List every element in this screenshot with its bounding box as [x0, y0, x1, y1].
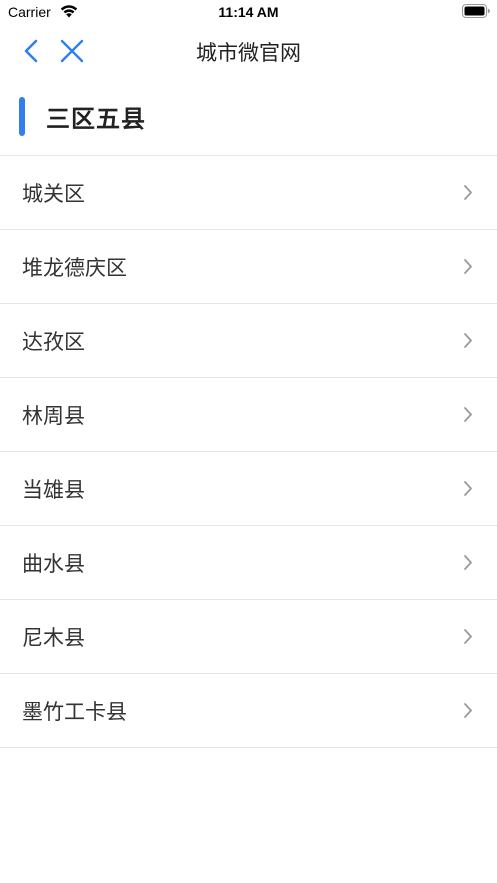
- list-item-nimu[interactable]: 尼木县: [0, 600, 497, 674]
- section-accent-bar: [19, 97, 25, 136]
- section-header: 三区五县: [0, 92, 497, 140]
- status-bar: Carrier 11:14 AM: [0, 0, 497, 26]
- chevron-right-icon: [464, 703, 472, 718]
- chevron-right-icon: [464, 481, 472, 496]
- chevron-right-icon: [464, 629, 472, 644]
- chevron-right-icon: [464, 259, 472, 274]
- list-item-label: 尼木县: [22, 626, 85, 650]
- battery-icon: [462, 4, 490, 18]
- list-item-label: 达孜区: [22, 330, 85, 354]
- status-time: 11:14 AM: [218, 4, 279, 20]
- list-item-chengguan[interactable]: 城关区: [0, 156, 497, 230]
- screen: Carrier 11:14 AM 城市微官网 三区五县 城关区 堆龙德庆区 达孜…: [0, 0, 497, 883]
- list-item-mozhugongka[interactable]: 墨竹工卡县: [0, 674, 497, 748]
- list-item-dazi[interactable]: 达孜区: [0, 304, 497, 378]
- list-item-label: 曲水县: [22, 552, 85, 576]
- list-item-dangxiong[interactable]: 当雄县: [0, 452, 497, 526]
- list-item-label: 城关区: [22, 182, 85, 206]
- list-item-label: 堆龙德庆区: [22, 256, 127, 280]
- list-item-label: 墨竹工卡县: [22, 700, 127, 724]
- district-list: 城关区 堆龙德庆区 达孜区 林周县 当雄县 曲水县 尼木县 墨竹工卡县: [0, 155, 497, 748]
- list-item-label: 林周县: [22, 404, 85, 428]
- section-title: 三区五县: [46, 105, 146, 133]
- list-item-duilongdeqing[interactable]: 堆龙德庆区: [0, 230, 497, 304]
- nav-bar: 城市微官网: [0, 26, 497, 76]
- chevron-right-icon: [464, 407, 472, 422]
- chevron-right-icon: [464, 185, 472, 200]
- chevron-right-icon: [464, 333, 472, 348]
- list-item-linzhou[interactable]: 林周县: [0, 378, 497, 452]
- chevron-right-icon: [464, 555, 472, 570]
- list-item-qushui[interactable]: 曲水县: [0, 526, 497, 600]
- list-item-label: 当雄县: [22, 478, 85, 502]
- page-title: 城市微官网: [196, 41, 301, 65]
